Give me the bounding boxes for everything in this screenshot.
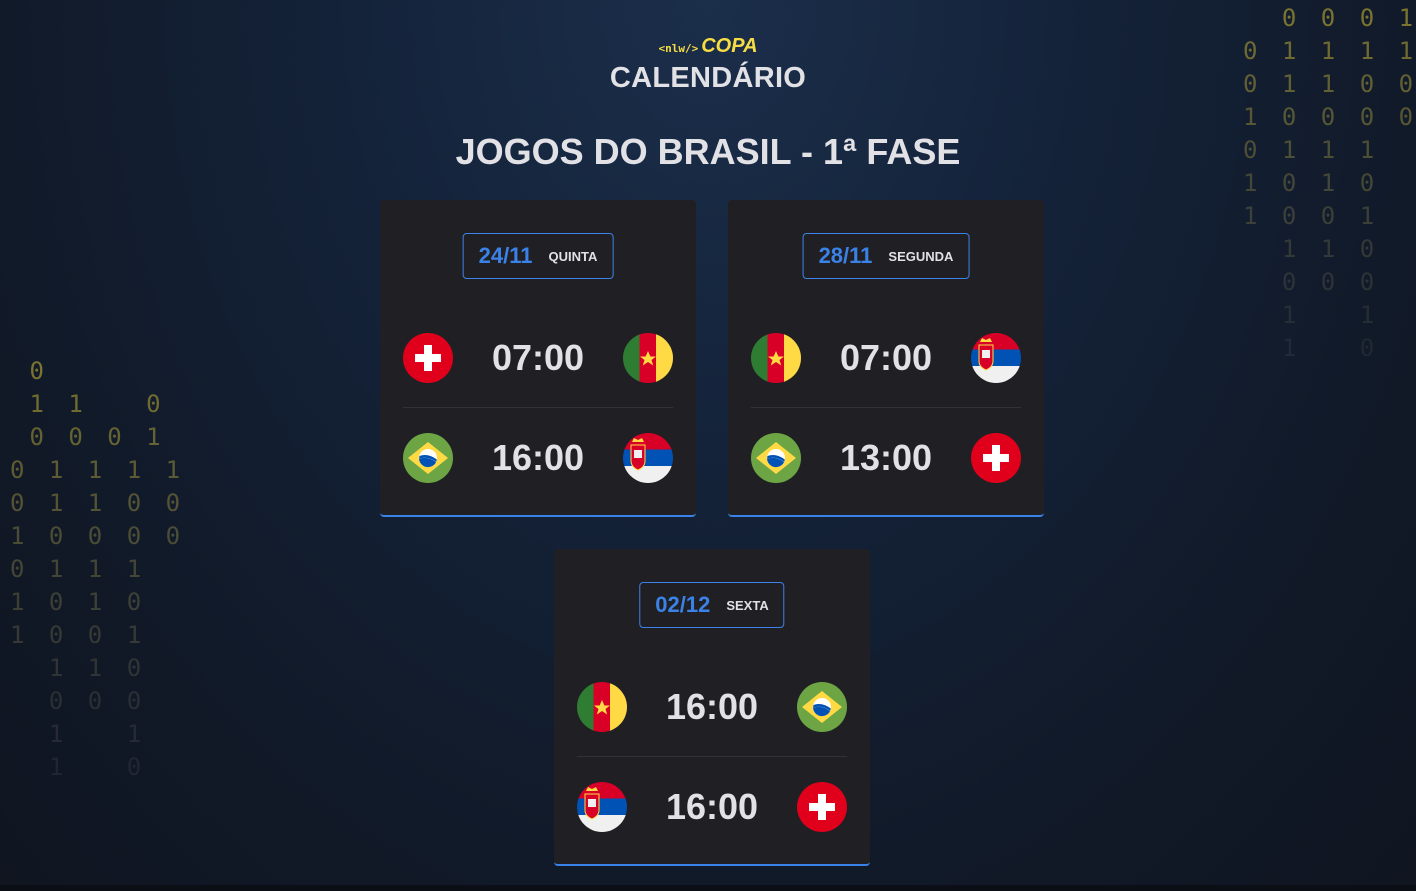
binary-row: 1 1 0 <box>10 654 147 682</box>
date-badge: 02/12 SEXTA <box>639 582 785 628</box>
match-day-card: 24/11 QUINTA 07:00 16:00 <box>380 200 696 517</box>
binary-row: 1 1 <box>10 720 147 748</box>
switzerland-flag-icon <box>403 333 453 383</box>
match-time: 13:00 <box>839 437 933 478</box>
match-weekday: SEGUNDA <box>888 248 954 264</box>
binary-row: 0 1 1 1 <box>10 555 147 583</box>
bottom-bar <box>0 885 1416 891</box>
binary-row: 0 0 0 <box>1243 268 1380 296</box>
match-row: 07:00 <box>403 308 673 408</box>
brazil-flag-icon <box>797 682 847 732</box>
match-time: 16:00 <box>665 686 759 727</box>
brazil-flag-icon <box>751 433 801 483</box>
serbia-flag-icon <box>577 782 627 832</box>
match-row: 16:00 <box>577 757 847 857</box>
binary-row: 1 0 0 0 0 <box>10 522 186 550</box>
match-row: 16:00 <box>403 408 673 508</box>
match-row: 07:00 <box>751 308 1021 408</box>
binary-row: 0 1 1 1 1 <box>10 456 186 484</box>
match-time: 07:00 <box>491 337 585 378</box>
binary-row: 1 0 <box>1243 334 1380 362</box>
logo-word: COPA <box>701 35 758 57</box>
binary-decoration-left: 0 1 1 0 0 0 0 1 0 1 1 1 1 0 1 1 0 0 1 0 0 0… <box>10 355 185 784</box>
binary-row: 1 0 1 0 <box>10 588 147 616</box>
brazil-flag-icon <box>403 433 453 483</box>
binary-row: 0 0 0 1 <box>1243 4 1416 32</box>
binary-row: 0 1 1 0 0 <box>10 489 186 517</box>
page-header: <nlw/> COPA CALENDÁRIO <box>0 34 1416 95</box>
binary-row: 1 1 0 <box>1243 235 1380 263</box>
match-date: 02/12 <box>655 592 711 617</box>
serbia-flag-icon <box>623 433 673 483</box>
binary-row: 1 0 <box>10 753 147 781</box>
match-row: 13:00 <box>751 408 1021 508</box>
match-date: 28/11 <box>818 243 873 268</box>
date-badge: 24/11 QUINTA <box>462 233 614 279</box>
binary-row: 0 0 0 <box>10 687 147 715</box>
match-day-card: 28/11 SEGUNDA 07:00 13:00 <box>728 200 1044 517</box>
binary-row: 1 0 0 1 <box>1243 202 1380 230</box>
match-day-card: 02/12 SEXTA 16:00 16:00 <box>554 549 870 866</box>
match-weekday: QUINTA <box>548 248 598 264</box>
cameroon-flag-icon <box>751 333 801 383</box>
match-row: 16:00 <box>577 657 847 757</box>
switzerland-flag-icon <box>797 782 847 832</box>
match-time: 07:00 <box>839 337 933 378</box>
serbia-flag-icon <box>971 333 1021 383</box>
binary-row: 0 <box>10 357 49 385</box>
cameroon-flag-icon <box>623 333 673 383</box>
switzerland-flag-icon <box>971 433 1021 483</box>
logo-tag: <nlw/> <box>658 42 699 55</box>
binary-row: 1 0 0 0 0 <box>1243 103 1416 131</box>
match-time: 16:00 <box>491 437 585 478</box>
nlw-copa-logo: <nlw/> COPA <box>0 34 1416 58</box>
cameroon-flag-icon <box>577 682 627 732</box>
match-time: 16:00 <box>665 786 759 827</box>
page-title: CALENDÁRIO <box>609 62 807 94</box>
binary-row: 0 0 0 1 <box>10 423 166 451</box>
date-badge: 28/11 SEGUNDA <box>802 233 970 279</box>
section-title: JOGOS DO BRASIL - 1ª FASE <box>455 131 961 172</box>
binary-row: 1 1 0 <box>10 390 166 418</box>
binary-row: 1 1 <box>1243 301 1380 329</box>
match-weekday: SEXTA <box>726 597 769 613</box>
match-date: 24/11 <box>478 243 533 268</box>
binary-row: 1 0 0 1 <box>10 621 147 649</box>
